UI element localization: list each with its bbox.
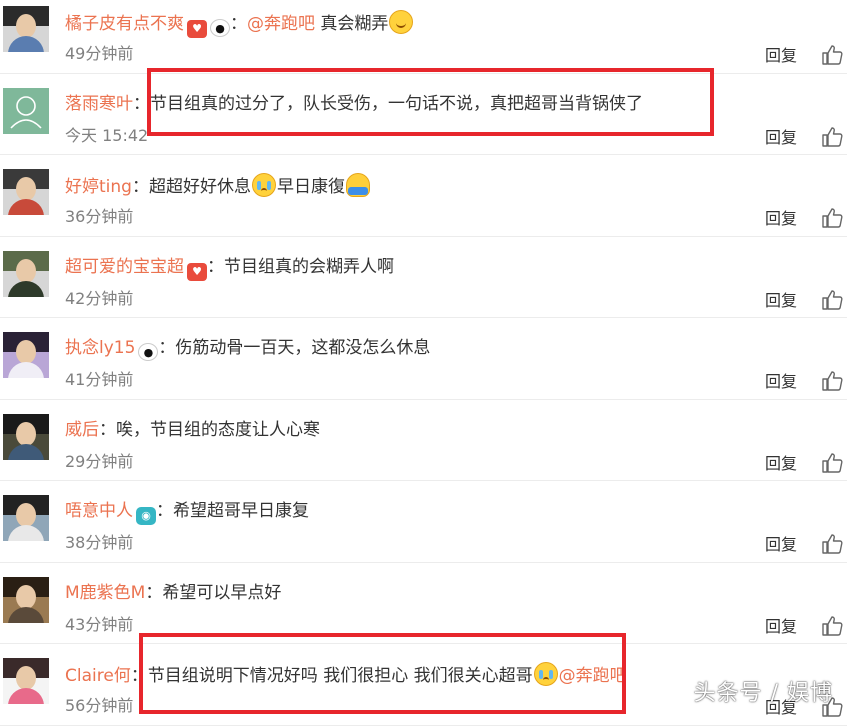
avatar[interactable] (3, 169, 49, 215)
comment-time: 29分钟前 (65, 451, 134, 471)
reply-button[interactable]: 回复 (765, 453, 797, 475)
thumbs-up-icon[interactable] (821, 696, 843, 718)
comment-item: 威后：唉，节目组的态度让人心寒 29分钟前 回复 (0, 400, 847, 481)
camera-badge-icon: ◉ (136, 507, 156, 525)
comment-text: 唉，节目组的态度让人心寒 (116, 419, 320, 440)
comment-item: 落雨寒叶：节目组真的过分了，队长受伤，一句话不说，真把超哥当背锅侠了 今天 15… (0, 74, 847, 155)
thumbs-up-icon[interactable] (821, 452, 843, 474)
username[interactable]: 唔意中人 (65, 501, 133, 521)
username[interactable]: 超可爱的宝宝超 (65, 257, 184, 277)
username[interactable]: Claire何 (65, 666, 131, 686)
comment-list: 橘子皮有点不爽 ♥ ● ：@奔跑吧 真会糊弄 49分钟前 回复 落雨寒叶：节目组真的过… (0, 0, 847, 726)
panda-badge-icon: ● (210, 19, 230, 37)
username[interactable]: 威后 (65, 420, 99, 440)
comment-time: 42分钟前 (65, 288, 134, 308)
comment-time: 38分钟前 (65, 533, 134, 552)
heart-badge-icon: ♥ (187, 20, 207, 38)
comment-text: 节目组真的过分了，队长受伤，一句话不说，真把超哥当背锅侠了 (150, 93, 643, 114)
avatar[interactable] (3, 658, 49, 704)
reply-button[interactable]: 回复 (765, 371, 797, 393)
separator: ： (158, 338, 176, 358)
comment-item: 好婷ting：超超好好休息 早日康復 36分钟前 回复 (0, 155, 847, 237)
separator: ： (145, 582, 163, 603)
avatar[interactable] (3, 413, 49, 460)
hug-emoji-icon (345, 173, 370, 197)
comment-text: 超超好好休息 (148, 177, 251, 197)
smile-emoji-icon (389, 10, 414, 34)
comment-time: 49分钟前 (65, 44, 134, 63)
reply-button[interactable]: 回复 (765, 208, 797, 230)
separator: ： (131, 177, 149, 197)
reply-button[interactable]: 回复 (765, 127, 797, 149)
separator: ： (133, 93, 150, 114)
avatar[interactable] (3, 495, 49, 541)
heart-badge-icon: ♥ (187, 262, 207, 281)
crying-emoji-icon (533, 662, 558, 686)
avatar[interactable] (3, 250, 49, 297)
comment-item: 橘子皮有点不爽 ♥ ● ：@奔跑吧 真会糊弄 49分钟前 回复 (0, 0, 847, 74)
separator: ： (230, 14, 247, 34)
username[interactable]: M鹿紫色M (65, 583, 145, 603)
crying-emoji-icon (251, 173, 276, 197)
comment-text: 真会糊弄 (315, 14, 389, 34)
comment-text: 节目组说明下情况好吗 我们很担心 我们很关心超哥 (147, 666, 533, 686)
comment-text: 伤筋动骨一百天，这都没怎么休息 (175, 338, 431, 358)
mention-link[interactable]: @奔跑吧 (559, 666, 627, 686)
thumbs-up-icon[interactable] (821, 44, 843, 66)
reply-button[interactable]: 回复 (765, 534, 797, 556)
thumbs-up-icon[interactable] (821, 126, 843, 148)
comment-item: M鹿紫色M：希望可以早点好 43分钟前 回复 (0, 563, 847, 644)
panda-badge-icon: ● (138, 343, 159, 361)
reply-button[interactable]: 回复 (765, 697, 797, 719)
comment-text: 节目组真的会糊弄人啊 (224, 256, 394, 277)
avatar[interactable] (3, 576, 49, 623)
reply-button[interactable]: 回复 (765, 45, 797, 67)
avatar[interactable] (3, 87, 49, 134)
separator: ： (207, 256, 224, 277)
username[interactable]: 执念ly15 (65, 338, 135, 358)
thumbs-up-icon[interactable] (821, 370, 843, 392)
comment-time: 今天 15:42 (65, 125, 149, 145)
thumbs-up-icon[interactable] (821, 615, 843, 637)
mention-link[interactable]: @奔跑吧 (247, 14, 315, 34)
separator: ： (156, 501, 173, 521)
avatar[interactable] (3, 6, 49, 52)
separator: ： (130, 666, 148, 686)
comment-item: 唔意中人 ◉ ：希望超哥早日康复 38分钟前 回复 (0, 481, 847, 563)
comment-text: 早日康復 (276, 177, 345, 197)
separator: ： (99, 419, 116, 440)
comment-time: 41分钟前 (65, 370, 134, 389)
comment-item: Claire何：节目组说明下情况好吗 我们很担心 我们很关心超哥 @奔跑吧 56分… (0, 644, 847, 726)
comment-item: 超可爱的宝宝超 ♥ ：节目组真的会糊弄人啊 42分钟前 回复 (0, 237, 847, 318)
username[interactable]: 落雨寒叶 (65, 94, 133, 114)
thumbs-up-icon[interactable] (821, 289, 843, 311)
comment-time: 36分钟前 (65, 207, 134, 226)
reply-button[interactable]: 回复 (765, 290, 797, 312)
username[interactable]: 好婷ting (65, 177, 132, 197)
comment-time: 43分钟前 (65, 614, 134, 634)
reply-button[interactable]: 回复 (765, 616, 797, 638)
thumbs-up-icon[interactable] (821, 207, 843, 229)
avatar[interactable] (3, 332, 49, 378)
thumbs-up-icon[interactable] (821, 533, 843, 555)
username[interactable]: 橘子皮有点不爽 (65, 14, 184, 34)
comment-text: 希望可以早点好 (162, 582, 282, 603)
comment-text: 希望超哥早日康复 (173, 501, 309, 521)
comment-item: 执念ly15 ● ：伤筋动骨一百天，这都没怎么休息 41分钟前 回复 (0, 318, 847, 400)
